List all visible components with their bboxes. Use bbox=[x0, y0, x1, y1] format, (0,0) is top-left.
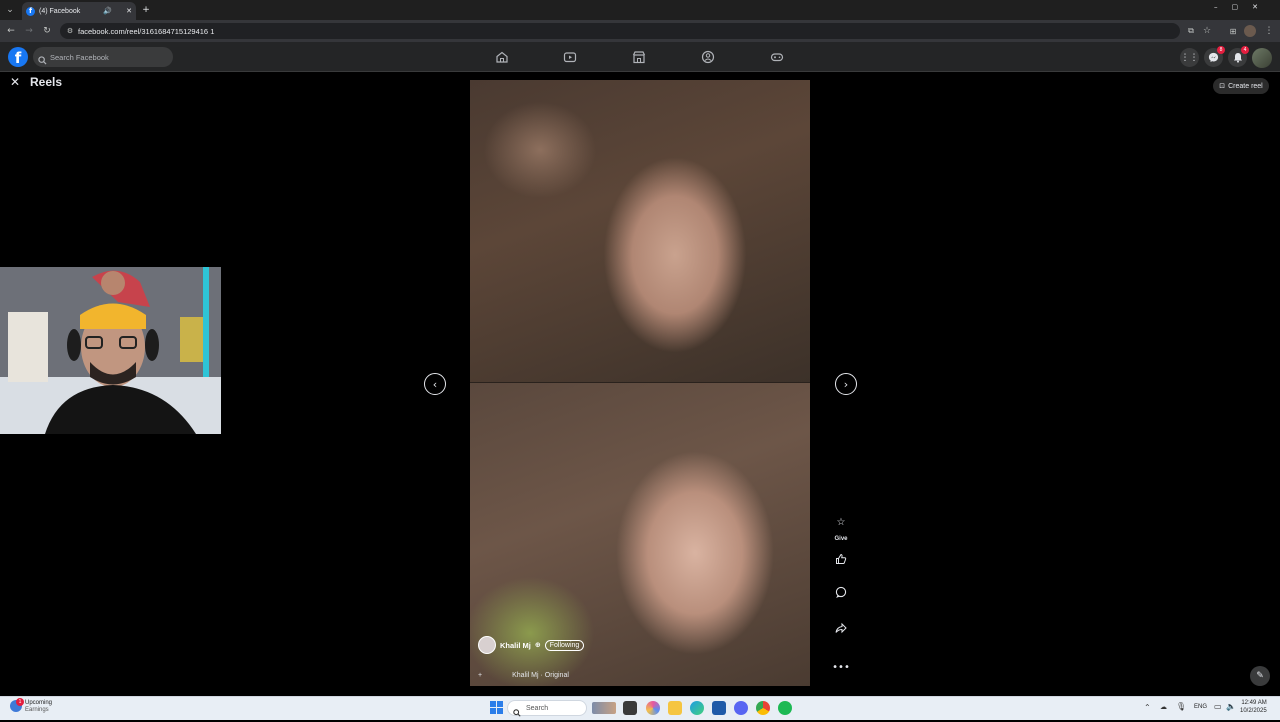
tray-overflow-icon[interactable]: ⌃ bbox=[1144, 703, 1151, 712]
microphone-icon[interactable]: 🎙 bbox=[1176, 702, 1186, 711]
gaming-icon[interactable] bbox=[770, 50, 784, 64]
create-reel-button[interactable]: ⊡ Create reel bbox=[1213, 78, 1269, 94]
audio-track-text: Khalil Mj · Original bbox=[512, 672, 569, 679]
clock[interactable]: 12:49 AM 10/2/2025 bbox=[1240, 699, 1267, 715]
share-icon[interactable] bbox=[830, 622, 852, 637]
browser-tab[interactable]: f (4) Facebook 🔊 ✕ bbox=[22, 2, 136, 20]
search-icon bbox=[38, 52, 47, 65]
tab-title: (4) Facebook bbox=[39, 7, 81, 15]
chevron-left-icon: ‹ bbox=[432, 377, 438, 391]
facebook-logo[interactable]: f bbox=[8, 47, 28, 67]
tab-close-icon[interactable]: ✕ bbox=[126, 7, 132, 15]
search-placeholder: Search Facebook bbox=[50, 52, 109, 62]
author-avatar[interactable] bbox=[478, 636, 496, 654]
back-icon[interactable]: ← bbox=[4, 24, 18, 38]
close-reels-icon[interactable]: ✕ bbox=[10, 75, 20, 89]
webcam-overlay bbox=[0, 267, 221, 434]
chevron-right-icon: › bbox=[843, 377, 849, 391]
comment-icon[interactable] bbox=[830, 586, 852, 601]
task-view-icon[interactable] bbox=[623, 701, 637, 715]
grid-icon: ⋮⋮ bbox=[1180, 52, 1199, 63]
browser-menu-icon[interactable]: ⋮ bbox=[1262, 24, 1276, 38]
url-text: facebook.com/reel/3161684715129416 1 bbox=[78, 26, 215, 36]
following-button[interactable]: Following bbox=[544, 639, 585, 651]
edge-browser-icon[interactable] bbox=[690, 701, 704, 715]
messenger-icon bbox=[1208, 52, 1219, 63]
install-app-icon[interactable]: ⧉ bbox=[1184, 24, 1198, 38]
file-explorer-icon[interactable] bbox=[668, 701, 682, 715]
reel-author-row: Khalil Mj ⊕ Following bbox=[478, 636, 585, 654]
more-options-icon[interactable]: ••• bbox=[830, 662, 852, 673]
minimize-button[interactable]: – bbox=[1214, 3, 1218, 11]
video-icon[interactable] bbox=[563, 50, 577, 64]
webcam-person-image bbox=[0, 267, 221, 434]
create-reel-label: Create reel bbox=[1228, 82, 1263, 90]
new-tab-button[interactable]: + bbox=[139, 3, 153, 17]
widget-badge: 1 bbox=[16, 698, 24, 706]
facebook-favicon-icon: f bbox=[26, 6, 35, 16]
app-icon[interactable] bbox=[778, 701, 792, 715]
close-window-button[interactable]: ✕ bbox=[1252, 3, 1258, 11]
widget-title: Upcoming bbox=[25, 700, 53, 706]
video-split-divider bbox=[470, 382, 810, 383]
store-icon[interactable] bbox=[712, 701, 726, 715]
page-title: Reels bbox=[30, 75, 63, 89]
language-indicator[interactable]: ENG bbox=[1194, 704, 1207, 710]
search-highlight-image bbox=[592, 702, 616, 714]
browser-tab-bar bbox=[0, 0, 1280, 20]
forward-icon[interactable]: → bbox=[22, 24, 36, 38]
notifications-badge: 4 bbox=[1241, 46, 1249, 54]
windows-taskbar bbox=[0, 696, 1280, 720]
cloud-icon[interactable]: ☁ bbox=[1160, 703, 1167, 711]
bell-icon bbox=[1233, 53, 1242, 63]
bookmark-star-icon[interactable]: ☆ bbox=[1200, 24, 1214, 38]
clock-date: 10/2/2025 bbox=[1240, 708, 1267, 714]
give-label: Give bbox=[834, 536, 848, 542]
address-bar[interactable]: facebook.com/reel/3161684715129416 1 bbox=[60, 23, 1180, 39]
tab-list-icon[interactable]: ⌄ bbox=[3, 3, 17, 17]
reel-audio-row[interactable]: + Khalil Mj · Original bbox=[478, 672, 569, 679]
previous-reel-button[interactable]: ‹ bbox=[424, 373, 446, 395]
profile-avatar[interactable] bbox=[1244, 25, 1256, 37]
account-avatar[interactable] bbox=[1252, 48, 1272, 68]
reel-video[interactable] bbox=[470, 80, 810, 686]
chrome-icon[interactable] bbox=[756, 701, 770, 715]
maximize-button[interactable]: ▢ bbox=[1232, 3, 1239, 11]
volume-icon[interactable]: 🔈 bbox=[1226, 702, 1236, 711]
groups-icon[interactable] bbox=[701, 50, 715, 64]
next-reel-button[interactable]: › bbox=[835, 373, 857, 395]
home-icon[interactable] bbox=[495, 50, 509, 64]
edit-icon: ✎ bbox=[1256, 671, 1264, 681]
weather-widget[interactable]: Upcoming Earnings bbox=[25, 700, 52, 714]
messenger-badge: 8 bbox=[1217, 46, 1225, 54]
apps-menu-button[interactable]: ⋮⋮ bbox=[1180, 48, 1199, 67]
globe-icon: ⊕ bbox=[534, 641, 541, 649]
video-frame-top bbox=[470, 80, 810, 383]
taskbar-search-icon bbox=[513, 704, 521, 717]
site-info-icon[interactable]: ⚙ bbox=[63, 24, 77, 38]
audio-icon: + bbox=[478, 672, 483, 679]
network-icon[interactable]: ▭ bbox=[1214, 702, 1222, 711]
new-message-button[interactable]: ✎ bbox=[1250, 666, 1270, 686]
extensions-icon[interactable]: ⊞ bbox=[1226, 24, 1240, 38]
give-stars-icon[interactable]: ☆ bbox=[830, 517, 852, 528]
marketplace-icon[interactable] bbox=[632, 50, 646, 64]
author-name[interactable]: Khalil Mj bbox=[500, 641, 531, 650]
tab-audio-icon[interactable]: 🔊 bbox=[103, 7, 112, 15]
taskbar-search-label: Search bbox=[526, 704, 549, 712]
copilot-icon[interactable] bbox=[646, 701, 660, 715]
discord-icon[interactable] bbox=[734, 701, 748, 715]
clock-time: 12:49 AM bbox=[1241, 700, 1267, 706]
widget-subtitle: Earnings bbox=[25, 707, 49, 713]
camera-icon: ⊡ bbox=[1219, 82, 1226, 90]
like-icon[interactable] bbox=[830, 553, 852, 568]
windows-start-icon[interactable] bbox=[490, 701, 503, 714]
facebook-search-input[interactable]: Search Facebook bbox=[33, 47, 173, 67]
reload-icon[interactable]: ↻ bbox=[40, 24, 54, 38]
